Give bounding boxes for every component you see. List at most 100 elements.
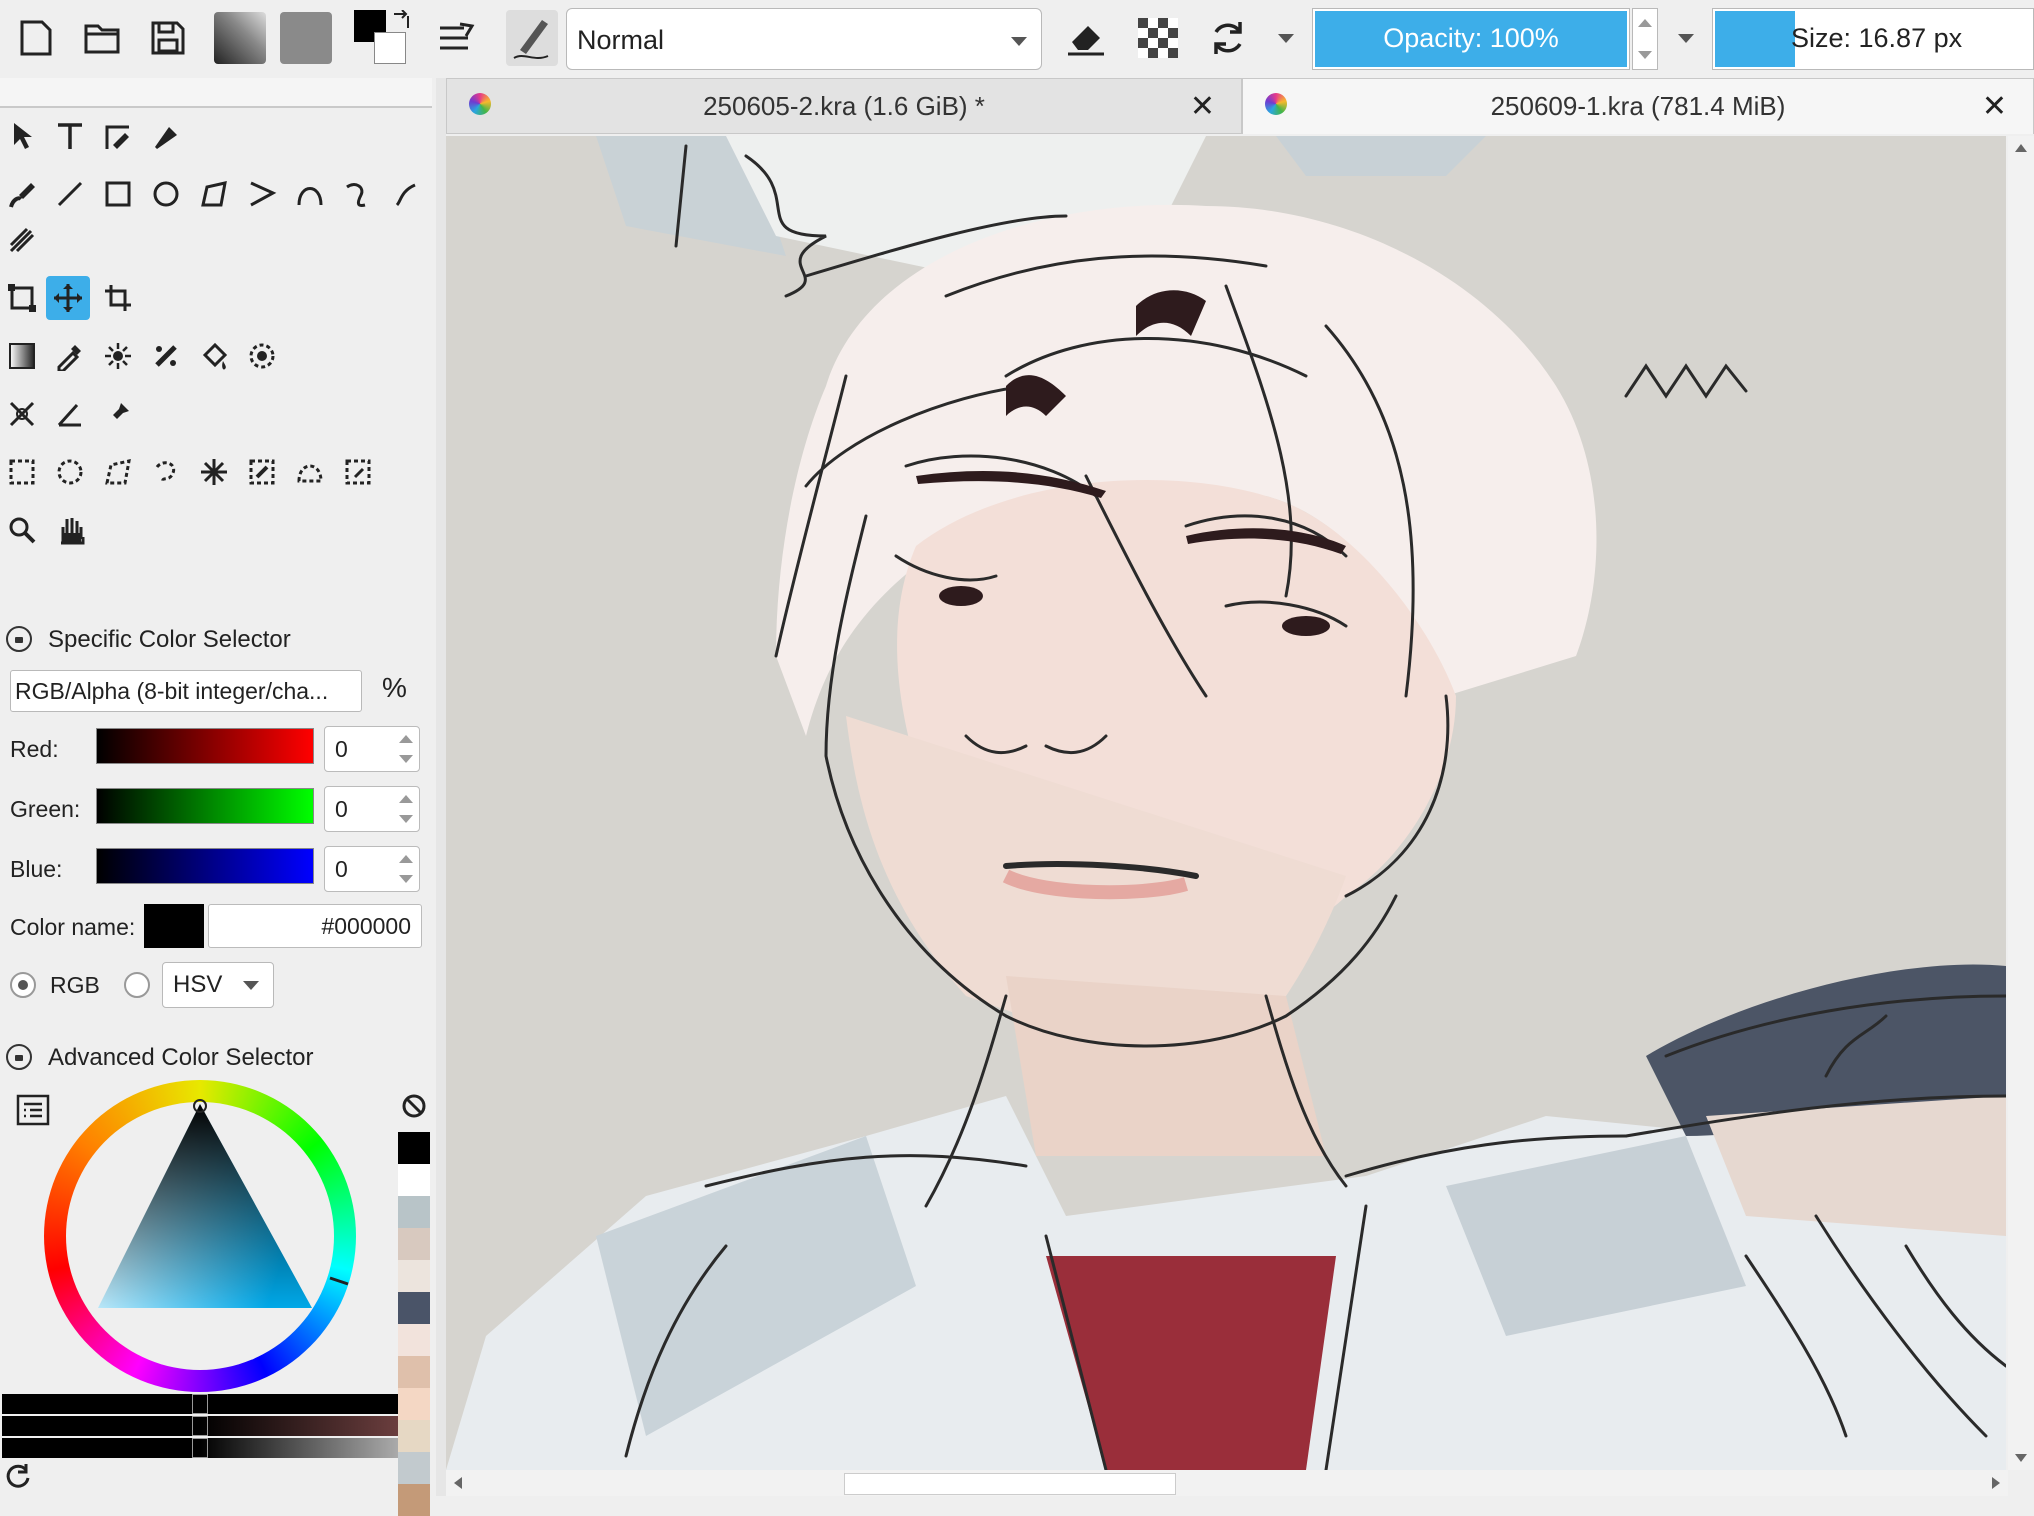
chevron-down-icon[interactable] — [1278, 34, 1294, 43]
color-swatch[interactable] — [398, 1228, 430, 1260]
ellipse-select-icon[interactable] — [48, 450, 92, 494]
shade-slider-1[interactable] — [2, 1394, 398, 1414]
multibrush-icon[interactable] — [0, 218, 44, 262]
enclose-fill-icon[interactable] — [240, 334, 284, 378]
freehand-path-icon[interactable] — [336, 172, 380, 216]
measure-tool-icon[interactable] — [0, 392, 44, 436]
ellipse-tool-icon[interactable] — [144, 172, 188, 216]
red-slider[interactable] — [96, 728, 314, 764]
size-slider[interactable]: Size: 16.87 px — [1712, 8, 2034, 70]
magnetic-select-icon[interactable] — [336, 450, 380, 494]
new-document-icon[interactable] — [8, 10, 64, 66]
color-swatch[interactable] — [398, 1452, 430, 1484]
scroll-left-icon[interactable] — [454, 1477, 462, 1489]
vertical-scrollbar[interactable] — [2008, 136, 2034, 1470]
hsv-radio[interactable] — [124, 972, 150, 998]
tab-document-1[interactable]: 250605-2.kra (1.6 GiB) * ✕ — [446, 78, 1242, 134]
clear-history-icon[interactable] — [400, 1092, 428, 1120]
move-tool-icon[interactable] — [46, 276, 90, 320]
docker-splitter[interactable] — [436, 78, 446, 1496]
angle-tool-icon[interactable] — [48, 392, 92, 436]
red-spinbox[interactable]: 0 — [324, 726, 420, 772]
blue-slider[interactable] — [96, 848, 314, 884]
color-swatch[interactable] — [398, 1388, 430, 1420]
scroll-down-icon[interactable] — [2015, 1454, 2027, 1462]
transform-tool-icon[interactable] — [0, 276, 44, 320]
open-folder-icon[interactable] — [74, 10, 130, 66]
gradient-tool-icon[interactable] — [0, 334, 44, 378]
shade-slider-2[interactable] — [2, 1416, 398, 1436]
color-picker-icon[interactable] — [48, 334, 92, 378]
hue-ring[interactable] — [44, 1080, 356, 1392]
rect-select-icon[interactable] — [0, 450, 44, 494]
rgb-radio[interactable] — [10, 972, 36, 998]
drawing-canvas[interactable] — [446, 136, 2006, 1470]
reload-preset-icon[interactable] — [1200, 10, 1256, 66]
bezier-tool-icon[interactable] — [288, 172, 332, 216]
opacity-slider[interactable]: Opacity: 100% — [1312, 8, 1630, 70]
crop-tool-icon[interactable] — [96, 276, 140, 320]
gradient-preset-icon[interactable] — [214, 12, 266, 64]
similar-select-icon[interactable] — [240, 450, 284, 494]
brush-settings-icon[interactable] — [430, 10, 486, 66]
polyline-tool-icon[interactable] — [240, 172, 284, 216]
freehand-select-icon[interactable] — [144, 450, 188, 494]
contiguous-select-icon[interactable] — [192, 450, 236, 494]
blend-mode-select[interactable]: Normal — [566, 8, 1042, 70]
color-swatch[interactable] — [398, 1164, 430, 1196]
blue-spinbox[interactable]: 0 — [324, 846, 420, 892]
scroll-right-icon[interactable] — [1992, 1477, 2000, 1489]
tab-document-2[interactable]: 250609-1.kra (781.4 MiB) ✕ — [1242, 78, 2034, 134]
color-model-select[interactable]: RGB/Alpha (8-bit integer/cha... — [10, 670, 362, 712]
green-slider[interactable] — [96, 788, 314, 824]
close-icon[interactable]: ✕ — [1190, 92, 1215, 122]
dynamic-brush-icon[interactable] — [384, 172, 428, 216]
save-icon[interactable] — [140, 10, 196, 66]
calligraphy-icon[interactable] — [144, 114, 188, 158]
fg-bg-color-icon[interactable] — [354, 10, 414, 68]
lock-icon[interactable] — [6, 1044, 32, 1070]
chevron-down-icon[interactable] — [1678, 34, 1694, 43]
zoom-tool-icon[interactable] — [0, 508, 44, 552]
opacity-spin-buttons[interactable] — [1632, 8, 1658, 70]
alpha-lock-icon[interactable] — [1130, 10, 1186, 66]
shade-slider-3[interactable] — [2, 1438, 398, 1458]
color-swatch[interactable] — [398, 1292, 430, 1324]
freehand-brush-icon[interactable] — [0, 172, 44, 216]
color-swatch[interactable] — [398, 1484, 430, 1516]
eraser-icon[interactable] — [1058, 10, 1114, 66]
scroll-thumb[interactable] — [844, 1473, 1176, 1495]
lock-icon[interactable] — [6, 626, 32, 652]
edit-shapes-icon[interactable] — [96, 114, 140, 158]
pattern-preset-icon[interactable] — [280, 12, 332, 64]
chevron-down-icon — [1011, 37, 1027, 46]
assistant-tool-icon[interactable] — [144, 334, 188, 378]
green-spinbox[interactable]: 0 — [324, 786, 420, 832]
reference-pin-icon[interactable] — [96, 392, 140, 436]
percent-toggle[interactable]: % — [382, 672, 407, 704]
color-swatch[interactable] — [398, 1324, 430, 1356]
color-model-value: RGB/Alpha (8-bit integer/cha... — [15, 678, 329, 704]
color-swatch[interactable] — [398, 1260, 430, 1292]
color-swatch[interactable] — [398, 1420, 430, 1452]
smart-patch-icon[interactable] — [96, 334, 140, 378]
line-tool-icon[interactable] — [48, 172, 92, 216]
color-swatch[interactable] — [398, 1196, 430, 1228]
select-shapes-icon[interactable] — [0, 114, 44, 158]
text-tool-icon[interactable] — [48, 114, 92, 158]
refresh-icon[interactable] — [4, 1462, 32, 1490]
hsv-select[interactable]: HSV — [162, 962, 274, 1008]
brush-preset-icon[interactable] — [506, 10, 558, 66]
polygon-select-icon[interactable] — [96, 450, 140, 494]
polygon-tool-icon[interactable] — [192, 172, 236, 216]
close-icon[interactable]: ✕ — [1982, 92, 2007, 122]
horizontal-scrollbar[interactable] — [446, 1470, 2008, 1496]
bezier-select-icon[interactable] — [288, 450, 332, 494]
fill-bucket-icon[interactable] — [192, 334, 236, 378]
rectangle-tool-icon[interactable] — [96, 172, 140, 216]
color-swatch[interactable] — [398, 1356, 430, 1388]
hex-input[interactable]: #000000 — [208, 904, 422, 948]
color-swatch[interactable] — [398, 1132, 430, 1164]
scroll-up-icon[interactable] — [2015, 144, 2027, 152]
pan-tool-icon[interactable] — [48, 508, 92, 552]
